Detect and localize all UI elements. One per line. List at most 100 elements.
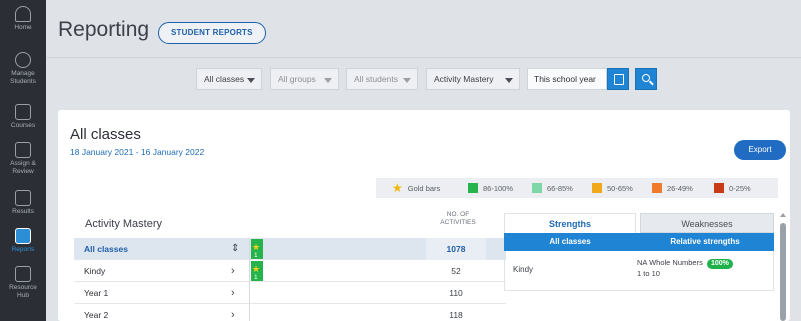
table-row[interactable]: Year 2 › 118: [74, 304, 506, 321]
sidebar-item-home[interactable]: Home: [0, 6, 46, 32]
column-header-line: NO. OF: [446, 211, 470, 218]
legend-swatch: [592, 183, 602, 193]
strengths-column-class: All classes: [504, 233, 636, 251]
sidebar-item-label: Resource Hub: [9, 284, 37, 299]
search-button[interactable]: [635, 68, 657, 90]
date-range-value: This school year: [534, 74, 596, 84]
filter-bar: All classes All groups All students Acti…: [46, 58, 801, 102]
page-title: Reporting: [58, 18, 150, 41]
column-header-line: ACTIVITIES: [440, 219, 476, 226]
sidebar-item-manage-students[interactable]: Manage Students: [0, 52, 46, 85]
chevron-down-icon: [247, 78, 255, 83]
legend-swatch: [714, 183, 724, 193]
legend-item: 0-25%: [714, 183, 751, 193]
activities-column-header: NO. OF ACTIVITIES: [428, 211, 488, 227]
sidebar-item-assign-review[interactable]: Assign & Review: [0, 142, 46, 175]
row-name: Year 1: [84, 288, 109, 298]
legend-label: 86-100%: [483, 183, 514, 193]
assign-icon: [15, 142, 31, 158]
row-name: Kindy: [84, 266, 106, 276]
tab-strengths[interactable]: Strengths: [504, 213, 636, 233]
row-name: Year 2: [84, 310, 109, 320]
activity-count: 1078: [446, 244, 466, 254]
chevron-down-icon: [324, 78, 332, 83]
sidebar-item-label: Home: [14, 24, 32, 31]
strength-class-name: Kindy: [513, 265, 534, 274]
report-card: All classes 18 January 2021 - 16 January…: [58, 110, 790, 321]
legend-item: 26-49%: [652, 183, 693, 193]
sidebar-item-label: Courses: [10, 122, 36, 129]
report-date-range: 18 January 2021 - 16 January 2022: [70, 147, 205, 157]
legend-label: 26-49%: [667, 183, 693, 193]
export-button[interactable]: Export: [734, 140, 786, 160]
legend: ★ Gold bars 86-100% 66-85% 50-65% 26-49%…: [376, 178, 778, 198]
sidebar-item-results[interactable]: Results: [0, 190, 46, 216]
scrollbar[interactable]: [780, 213, 786, 321]
activity-count: 52: [451, 266, 461, 276]
calendar-icon: [614, 74, 624, 85]
groups-dropdown-value: All groups: [278, 74, 316, 84]
sort-icon[interactable]: ⇕: [231, 238, 239, 260]
courses-icon: [15, 104, 31, 120]
students-dropdown[interactable]: All students: [346, 68, 418, 90]
legend-swatch: [468, 183, 478, 193]
strengths-column-relative: Relative strengths: [636, 233, 774, 251]
calendar-button[interactable]: [607, 68, 629, 90]
sidebar-item-courses[interactable]: Courses: [0, 104, 46, 130]
table-row[interactable]: Year 1 › 110: [74, 282, 506, 304]
results-icon: [15, 190, 31, 206]
report-title: All classes: [70, 126, 141, 143]
scrollbar-thumb[interactable]: [780, 223, 786, 321]
tab-student-reports[interactable]: STUDENT REPORTS: [158, 22, 266, 44]
sidebar-item-label: Results: [12, 208, 34, 215]
groups-dropdown[interactable]: All groups: [270, 68, 339, 90]
home-icon: [15, 6, 31, 22]
legend-swatch: [652, 183, 662, 193]
legend-label: 66-85%: [547, 183, 573, 193]
legend-label: Gold bars: [407, 183, 441, 193]
table-row[interactable]: All classes ⇕ ★ 1 1078: [74, 238, 506, 260]
legend-label: 50-65%: [607, 183, 633, 193]
sidebar-item-label: Assign & Review: [10, 160, 36, 175]
strength-item: NA Whole Numbers 100% 1 to 10: [637, 258, 733, 278]
star-icon: ★: [392, 181, 403, 195]
gold-bar: ★ 1: [251, 261, 263, 281]
chevron-right-icon[interactable]: ›: [231, 260, 235, 282]
date-range-field[interactable]: This school year: [527, 68, 607, 90]
sidebar-item-resource-hub[interactable]: Resource Hub: [0, 266, 46, 299]
legend-item: 86-100%: [468, 183, 513, 193]
strength-name: NA Whole Numbers: [637, 258, 703, 267]
tab-weaknesses[interactable]: Weaknesses: [640, 213, 774, 233]
resource-icon: [15, 266, 31, 282]
chevron-down-icon: [403, 78, 411, 83]
sidebar: Home Manage Students Courses Assign & Re…: [0, 0, 46, 321]
strengths-row: Kindy NA Whole Numbers 100% 1 to 10: [504, 251, 774, 291]
chevron-right-icon[interactable]: ›: [231, 304, 235, 321]
chevron-down-icon: [505, 78, 513, 83]
activity-mastery-title: Activity Mastery: [85, 218, 163, 230]
activity-count: 110: [449, 288, 463, 298]
legend-label: 0-25%: [729, 183, 751, 193]
students-dropdown-value: All students: [354, 74, 398, 84]
report-type-dropdown[interactable]: Activity Mastery: [426, 68, 520, 90]
chevron-right-icon[interactable]: ›: [231, 282, 235, 304]
page-header: Reporting STUDENT REPORTS: [46, 0, 801, 58]
strength-range: 1 to 10: [637, 269, 660, 278]
strength-percent-badge: 100%: [706, 259, 733, 269]
legend-swatch: [532, 183, 542, 193]
classes-dropdown[interactable]: All classes: [196, 68, 262, 90]
scroll-up-icon[interactable]: [780, 213, 786, 217]
report-type-value: Activity Mastery: [434, 74, 494, 84]
gold-bar: ★ 1: [251, 239, 263, 259]
sidebar-item-label: Reports: [11, 246, 35, 253]
table-row[interactable]: Kindy › ★ 1 52: [74, 260, 506, 282]
sidebar-item-reports[interactable]: Reports: [0, 228, 46, 254]
classes-dropdown-value: All classes: [204, 74, 245, 84]
activity-count: 118: [449, 310, 463, 320]
legend-item-gold: ★ Gold bars: [392, 181, 441, 195]
sidebar-item-label: Manage Students: [10, 70, 36, 85]
legend-item: 50-65%: [592, 183, 633, 193]
reports-icon: [15, 228, 31, 244]
row-name: All classes: [84, 244, 128, 254]
students-icon: [15, 52, 31, 68]
